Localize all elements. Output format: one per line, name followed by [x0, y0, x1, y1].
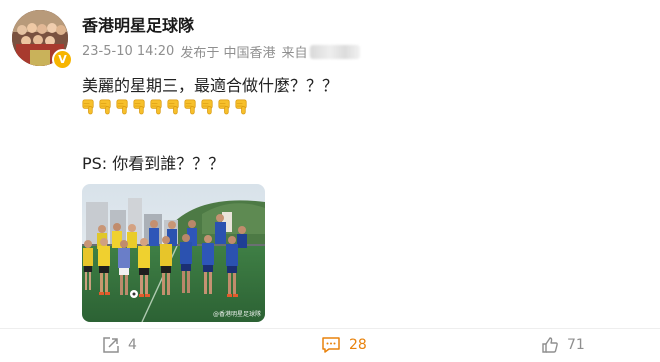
share-icon	[103, 337, 119, 353]
team-photo-image	[82, 184, 265, 322]
point-down-hand-icon	[167, 99, 179, 115]
like-button[interactable]: 71	[541, 334, 585, 356]
comment-button[interactable]: 28	[321, 334, 367, 356]
photo-watermark: @香港明星足球隊	[212, 311, 261, 318]
post-photo[interactable]: @香港明星足球隊	[82, 184, 265, 322]
point-down-hand-icon	[184, 99, 196, 115]
point-down-hand-icon	[99, 99, 111, 115]
comment-count: 28	[349, 337, 367, 353]
point-down-hand-icon	[133, 99, 145, 115]
post-text-line-2: PS: 你看到誰？？？	[82, 154, 225, 173]
like-count: 71	[567, 337, 585, 353]
verified-badge-icon: V	[52, 49, 73, 70]
point-down-hand-icon	[235, 99, 247, 115]
point-down-hand-icon	[150, 99, 162, 115]
point-down-hand-icon	[218, 99, 230, 115]
source-label: 来自	[281, 46, 308, 61]
post-meta: 23-5-10 14:20 发布于 中国香港 来自	[82, 42, 366, 61]
point-down-hand-icon	[82, 99, 94, 115]
source-client-blurred	[309, 44, 360, 59]
post-date[interactable]: 23-5-10 14:20	[82, 44, 174, 59]
thumbs-up-icon	[542, 337, 558, 353]
post-text-line-1: 美麗的星期三，最適合做什麼？？？	[82, 76, 339, 95]
author-name[interactable]: 香港明星足球隊	[82, 12, 194, 36]
point-down-hand-icon	[116, 99, 128, 115]
share-button[interactable]: 4	[102, 334, 137, 356]
comment-icon	[322, 337, 340, 353]
point-down-hand-icon	[201, 99, 213, 115]
weibo-post: V 香港明星足球隊 23-5-10 14:20 发布于 中国香港 来自 美麗的星…	[0, 0, 660, 362]
publish-location: 发布于 中国香港	[180, 46, 276, 61]
actions-divider	[0, 328, 660, 329]
emoji-row	[80, 98, 250, 115]
share-count: 4	[128, 337, 137, 353]
